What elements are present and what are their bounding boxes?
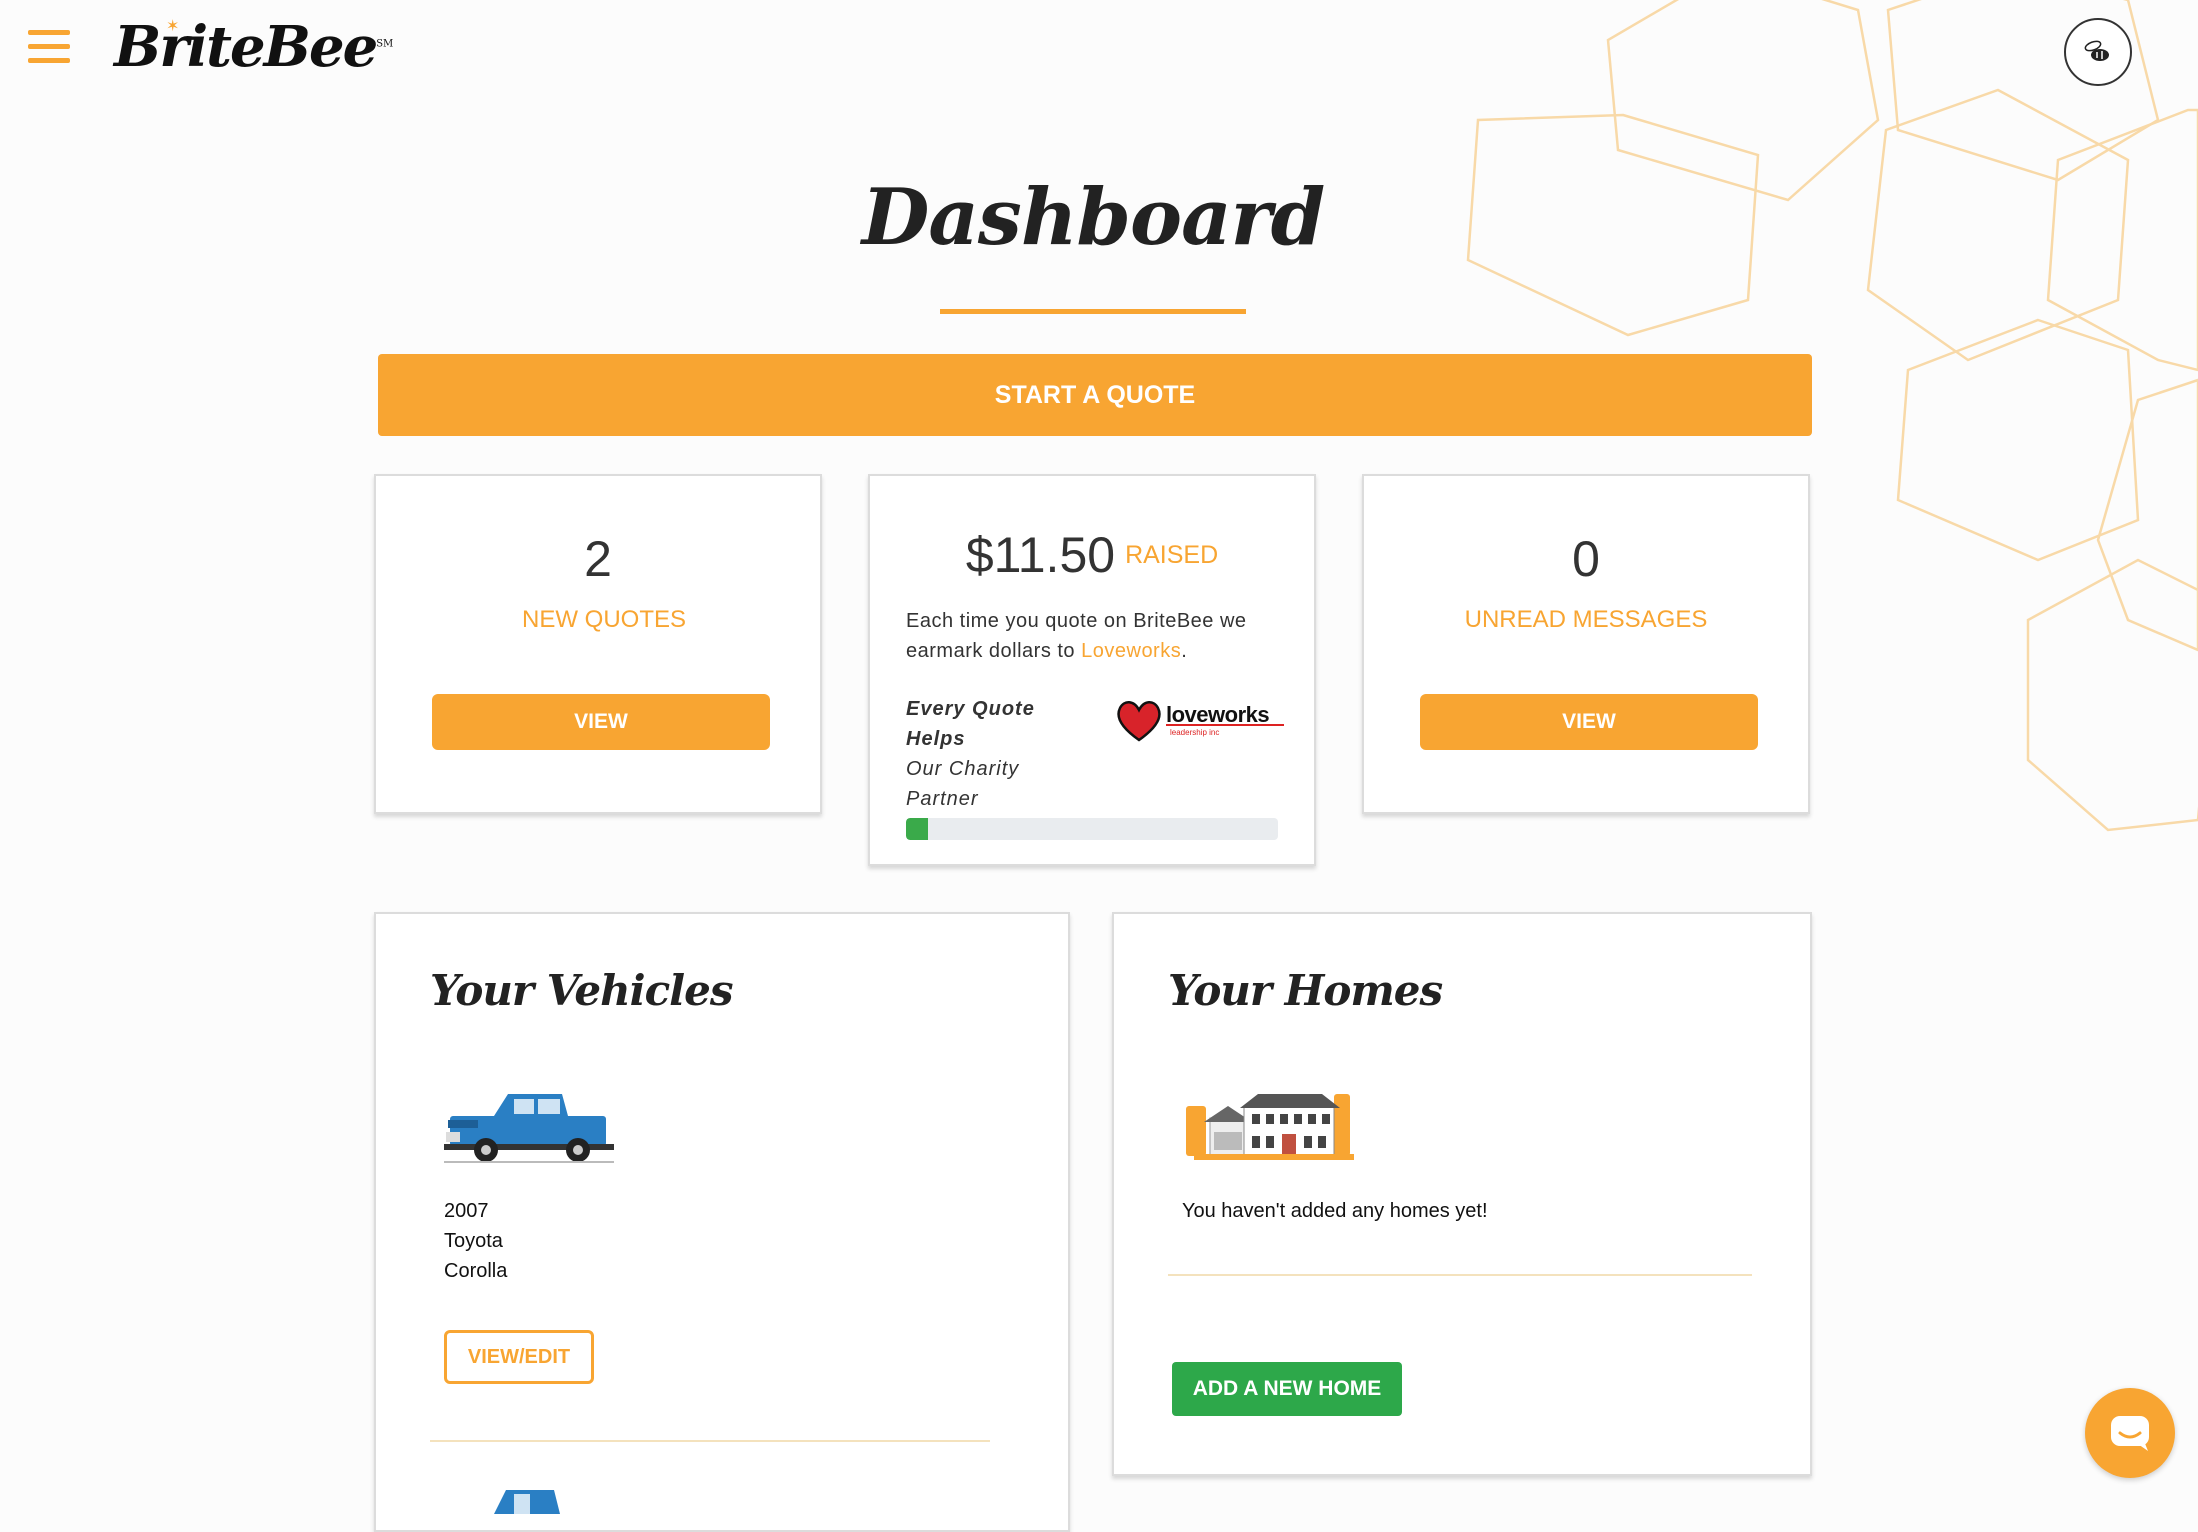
loveworks-link[interactable]: Loveworks <box>1081 640 1181 662</box>
vehicle-year: 2007 <box>444 1200 489 1222</box>
every-quote-helps: Every Quote Helps <box>906 698 1035 750</box>
start-quote-button[interactable]: START A QUOTE <box>378 354 1812 436</box>
logo-service-mark: SM <box>376 38 394 50</box>
heart-icon <box>1117 701 1161 742</box>
homes-title: Your Homes <box>1168 966 1443 1015</box>
charity-card: $11.50 RAISED Each time you quote on Brit… <box>868 474 1316 866</box>
charity-desc-text: Each time you quote on BriteBee we earma… <box>906 610 1247 662</box>
view-edit-vehicle-button[interactable]: VIEW/EDIT <box>444 1330 594 1384</box>
view-messages-button[interactable]: VIEW <box>1420 694 1758 750</box>
loveworks-logo-sub: leadership inc <box>1170 728 1220 737</box>
vehicles-card: Your Vehicles 2007 Toyota Corolla VIEW/E… <box>374 912 1070 1532</box>
homes-divider <box>1168 1274 1752 1276</box>
add-new-home-button[interactable]: ADD A NEW HOME <box>1172 1362 1402 1416</box>
loveworks-logo-rule <box>1166 724 1284 726</box>
bee-avatar-icon[interactable] <box>2064 18 2132 86</box>
logo-bee-icon: ✶ <box>166 18 180 35</box>
unread-messages-count: 0 <box>1572 531 1600 587</box>
raised-amount: $11.50 <box>965 527 1116 583</box>
charity-desc-end: . <box>1181 640 1188 662</box>
vehicles-title: Your Vehicles <box>430 966 733 1015</box>
new-quotes-label: NEW QUOTES <box>521 606 686 633</box>
loveworks-logo[interactable]: loveworks leadership inc <box>1114 696 1284 748</box>
second-vehicle-icon-partial <box>494 1490 560 1514</box>
raised-line: $11.50 RAISED <box>870 526 1314 584</box>
unread-messages-card: 0 UNREAD MESSAGES VIEW <box>1362 474 1810 814</box>
view-quotes-button[interactable]: VIEW <box>432 694 770 750</box>
new-quotes-card: 2 NEW QUOTES VIEW <box>374 474 822 814</box>
homes-card: Your Homes You haven't added any homes y… <box>1112 912 1812 1476</box>
blue-pickup-truck-icon <box>444 1094 614 1163</box>
unread-messages-label: UNREAD MESSAGES <box>1464 606 1708 633</box>
charity-description: Each time you quote on BriteBee we earma… <box>906 606 1306 666</box>
charity-progress-fill <box>906 818 929 840</box>
logo-text: BriteBee <box>114 14 378 80</box>
chat-bubble-icon[interactable] <box>2085 1388 2175 1478</box>
raised-label: RAISED <box>1125 540 1219 569</box>
charity-partner-label: Our Charity Partner <box>906 758 1020 810</box>
hamburger-menu-icon[interactable] <box>28 30 70 68</box>
britebee-logo[interactable]: BriteBeeSM <box>114 14 393 80</box>
vehicle-make: Toyota <box>444 1230 503 1252</box>
charity-progress-bar <box>906 818 1278 840</box>
vehicle-divider <box>430 1440 990 1442</box>
no-homes-message: You haven't added any homes yet! <box>1182 1200 1488 1222</box>
house-illustration-icon <box>1186 1094 1354 1160</box>
new-quotes-count: 2 <box>584 531 612 587</box>
vehicle-model: Corolla <box>444 1260 508 1282</box>
title-underline <box>940 309 1246 314</box>
page-title: Dashboard <box>861 172 1326 263</box>
